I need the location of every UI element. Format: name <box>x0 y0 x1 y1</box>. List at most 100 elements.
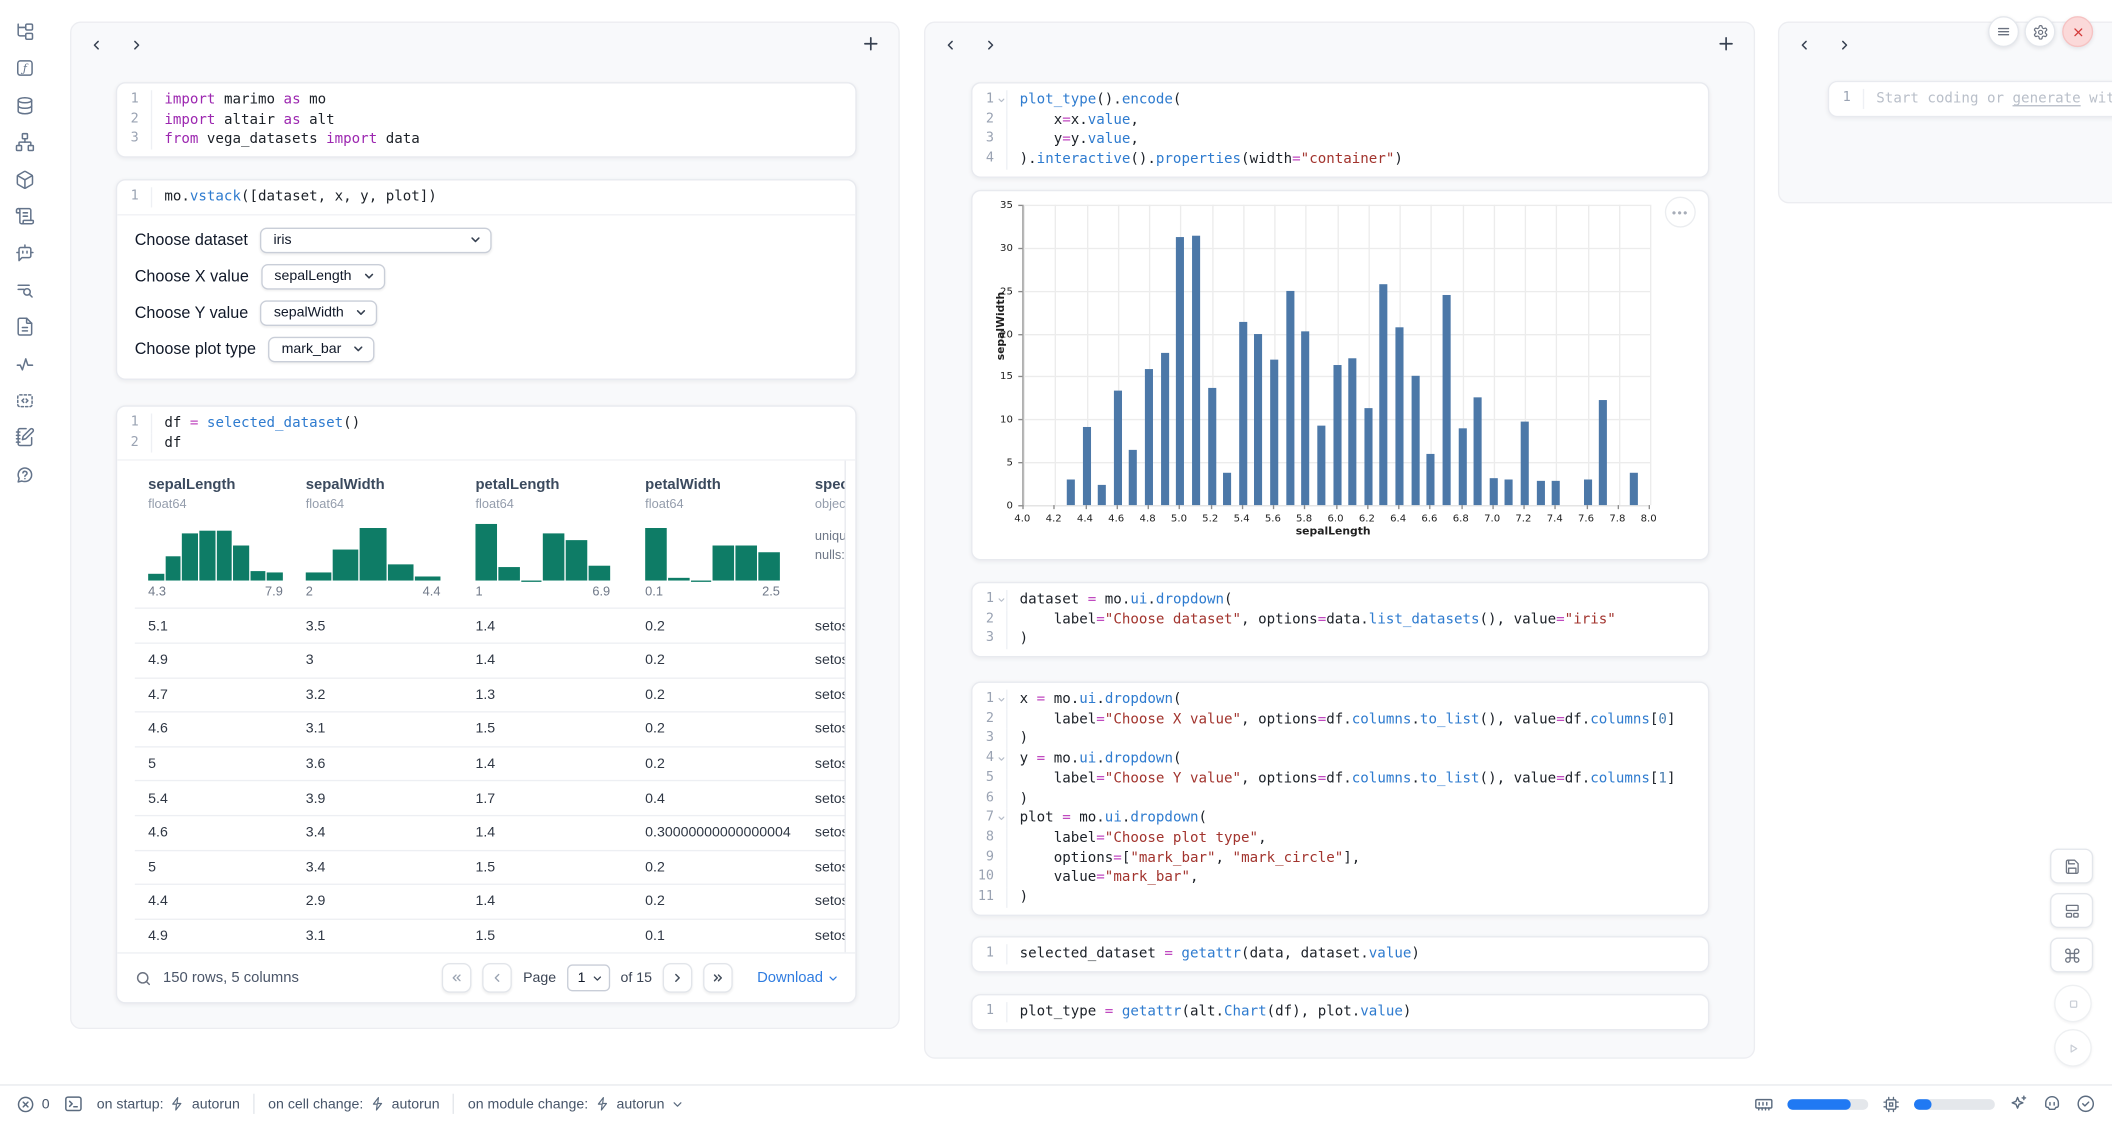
table-row[interactable]: 5.43.91.70.4setosa <box>135 780 845 814</box>
code-cell-vstack[interactable]: 1mo.vstack([dataset, x, y, plot]) Choose… <box>116 179 857 379</box>
last-page-button[interactable] <box>703 964 733 994</box>
column-scroll-left-button[interactable] <box>1793 34 1815 56</box>
code-cell-dataframe[interactable]: 1df = selected_dataset()2df sepalLengthf… <box>116 405 857 1004</box>
editor-placeholder[interactable]: Start coding or generate with <box>1864 89 2112 109</box>
column-scroll-right-button[interactable] <box>979 34 1001 56</box>
table-row[interactable]: 4.63.41.40.30000000000000004setosa <box>135 815 845 849</box>
layout-button[interactable] <box>2050 893 2093 928</box>
help-icon[interactable] <box>14 464 34 484</box>
column-header-sepalWidth[interactable]: sepalWidthfloat6424.4 <box>306 477 476 600</box>
save-button[interactable] <box>2050 849 2093 884</box>
copilot-button[interactable] <box>2042 1094 2062 1114</box>
dropdown-widgets-output: Choose datasetiris Choose X value sepalLen… <box>117 215 855 378</box>
column-scroll-right-button[interactable] <box>125 34 147 56</box>
connection-status-button[interactable] <box>2076 1094 2096 1114</box>
table-row[interactable]: 53.61.40.2setosa <box>135 746 845 780</box>
table-row[interactable]: 53.41.50.2setosa <box>135 849 845 883</box>
code-editor[interactable]: 1import marimo as mo2import altair as al… <box>117 84 855 157</box>
run-button[interactable] <box>2054 1029 2092 1067</box>
line-number: 11 <box>972 888 1007 908</box>
datasources-icon[interactable] <box>14 95 34 115</box>
generate-link[interactable]: generate <box>2013 90 2081 106</box>
column-scroll-left-button[interactable] <box>85 34 107 56</box>
choose-dataset-row: Choose datasetiris <box>135 227 856 253</box>
errors-indicator[interactable]: 0 <box>16 1094 49 1113</box>
code-cell-plot-encode[interactable]: 1plot_type().encode(2 x=x.value,3 y=y.va… <box>971 82 1709 177</box>
choose-x-value-select[interactable]: sepalLength <box>261 264 385 290</box>
column-header-sepalLength[interactable]: sepalLengthfloat644.37.9 <box>148 477 306 600</box>
code-editor[interactable]: 1selected_dataset = getattr(data, datase… <box>972 937 1707 970</box>
line-number: 1 <box>972 944 1007 964</box>
autorun-setting-2[interactable]: on module change:autorun <box>468 1096 685 1112</box>
prev-page-button[interactable] <box>483 964 513 994</box>
next-page-button[interactable] <box>663 964 693 994</box>
code-cell-plot-type[interactable]: 1plot_type = getattr(alt.Chart(df), plot… <box>971 994 1709 1030</box>
code-editor[interactable]: 1plot_type = getattr(alt.Chart(df), plot… <box>972 995 1707 1028</box>
stop-button[interactable] <box>2054 985 2092 1023</box>
line-number: 1 <box>117 414 152 434</box>
file-explorer-icon[interactable] <box>14 22 34 42</box>
code-editor[interactable]: 1df = selected_dataset()2df <box>117 407 855 460</box>
choose-y-value-select[interactable]: sepalWidth <box>260 300 377 326</box>
logs-icon[interactable] <box>14 280 34 300</box>
documentation-icon[interactable] <box>14 317 34 337</box>
column-scroll-right-button[interactable] <box>1833 34 1855 56</box>
ai-chat-icon[interactable] <box>14 243 34 263</box>
choose-dataset-select[interactable]: iris <box>260 227 492 253</box>
choose-plot-type-select[interactable]: mark_bar <box>268 336 375 362</box>
dependency-graph-icon[interactable] <box>14 132 34 152</box>
page-select[interactable]: 1 <box>567 965 610 992</box>
code-editor[interactable]: 1mo.vstack([dataset, x, y, plot]) <box>117 180 855 213</box>
choose-x-value-label: Choose X value <box>135 267 249 286</box>
code-cell-xyplot-dropdowns[interactable]: 1x = mo.ui.dropdown(2 label="Choose X va… <box>971 682 1709 916</box>
empty-code-cell[interactable]: 1 Start coding or generate with <box>1828 81 2112 117</box>
variables-icon[interactable]: ƒ <box>14 58 34 78</box>
bar-chart[interactable] <box>1022 205 1650 507</box>
table-row[interactable]: 4.63.11.50.2setosa <box>135 711 845 745</box>
line-number: 5 <box>972 769 1007 789</box>
table-row[interactable]: 4.42.91.40.2setosa <box>135 884 845 918</box>
column-header-petalWidth[interactable]: petalWidthfloat640.12.5 <box>645 477 815 600</box>
code-cell-dataset-dropdown[interactable]: 1dataset = mo.ui.dropdown(2 label="Choos… <box>971 582 1709 658</box>
save-icon <box>2063 857 2081 875</box>
bolt-icon <box>370 1096 385 1111</box>
line-number: 1 <box>1829 89 1864 109</box>
column-header-species[interactable]: speciesobjectunique:nulls: <box>815 477 846 600</box>
page-total: of 15 <box>621 970 652 986</box>
first-page-button[interactable] <box>442 964 472 994</box>
notebook-menu-button[interactable] <box>1988 16 2019 47</box>
code-editor[interactable]: 1plot_type().encode(2 x=x.value,3 y=y.va… <box>972 84 1707 177</box>
add-cell-button[interactable] <box>1716 34 1738 56</box>
line-number: 3 <box>972 729 1007 749</box>
autorun-setting-1[interactable]: on cell change:autorun <box>268 1096 439 1112</box>
search-icon[interactable] <box>135 970 153 988</box>
add-cell-button[interactable] <box>861 34 883 56</box>
packages-icon[interactable] <box>14 169 34 189</box>
code-cell-imports[interactable]: 1import marimo as mo2import altair as al… <box>116 82 857 158</box>
code-editor[interactable]: 1dataset = mo.ui.dropdown(2 label="Choos… <box>972 583 1707 656</box>
cpu-usage-meter[interactable] <box>1914 1098 1995 1109</box>
memory-usage-meter[interactable] <box>1787 1098 1868 1109</box>
code-editor[interactable]: 1x = mo.ui.dropdown(2 label="Choose X va… <box>972 683 1707 914</box>
terminal-button[interactable] <box>63 1094 83 1114</box>
tracing-icon[interactable] <box>14 354 34 374</box>
table-row[interactable]: 5.13.51.40.2setosa <box>135 608 845 642</box>
chart-menu-button[interactable]: ••• <box>1665 197 1696 228</box>
table-row[interactable]: 4.93.11.50.1setosa <box>135 918 845 952</box>
settings-button[interactable] <box>2024 16 2055 47</box>
scratchpad-icon[interactable] <box>14 427 34 447</box>
snippets-icon[interactable] <box>14 390 34 410</box>
close-column-button[interactable] <box>2062 16 2093 47</box>
x-axis-title: sepalLength <box>1296 525 1371 537</box>
ai-sparkles-button[interactable] <box>2008 1094 2028 1114</box>
column-scroll-left-button[interactable] <box>939 34 961 56</box>
table-row[interactable]: 4.73.21.30.2setosa <box>135 677 845 711</box>
autorun-setting-0[interactable]: on startup:autorun <box>97 1096 240 1112</box>
line-number: 2 <box>117 433 152 453</box>
code-cell-selected-dataset[interactable]: 1selected_dataset = getattr(data, datase… <box>971 936 1709 972</box>
table-row[interactable]: 4.931.40.2setosa <box>135 642 845 676</box>
outline-icon[interactable] <box>14 206 34 226</box>
keyboard-shortcuts-button[interactable] <box>2050 937 2093 972</box>
download-button[interactable]: Download <box>757 970 839 986</box>
column-header-petalLength[interactable]: petalLengthfloat6416.9 <box>475 477 645 600</box>
